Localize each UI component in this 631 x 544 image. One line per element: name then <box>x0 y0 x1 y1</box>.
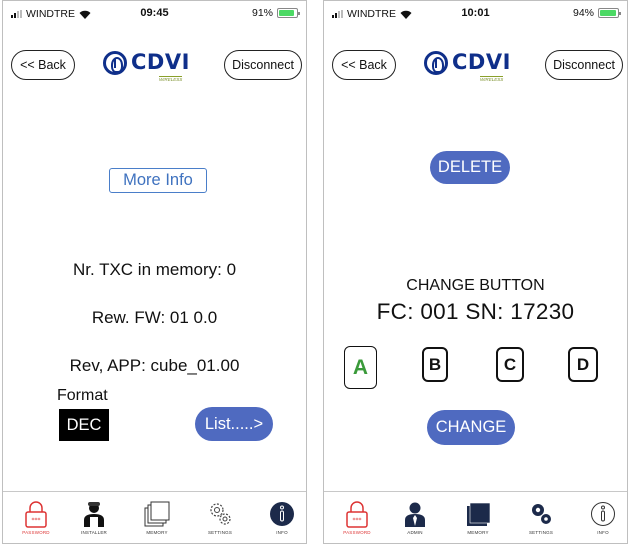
tab-info[interactable]: INFO <box>578 500 627 535</box>
logo-text: CDVI <box>452 50 511 74</box>
memory-icon <box>467 502 491 526</box>
tab-memory[interactable]: MEMORY <box>453 500 503 535</box>
tab-label: ADMIN <box>407 530 423 535</box>
nav-bar: << Back CDVI WIRELESS Disconnect <box>324 46 627 84</box>
memory-icon <box>144 501 170 527</box>
disconnect-button[interactable]: Disconnect <box>224 50 302 80</box>
tab-settings[interactable]: SETTINGS <box>516 500 566 535</box>
battery-percent: 91% <box>251 7 273 19</box>
gear-icon <box>532 504 551 524</box>
disconnect-button[interactable]: Disconnect <box>545 50 623 80</box>
app-revision: Rev, APP: cube_01.00 <box>69 356 240 375</box>
logo-text: CDVI <box>131 50 190 74</box>
padlock-icon: *** <box>346 501 368 528</box>
padlock-icon: *** <box>25 501 47 528</box>
back-button[interactable]: << Back <box>332 50 396 80</box>
back-button[interactable]: << Back <box>11 50 75 80</box>
delete-button[interactable]: DELETE <box>430 151 510 184</box>
tab-memory[interactable]: MEMORY <box>132 500 182 535</box>
tab-label: MEMORY <box>467 530 489 535</box>
tab-label: INFO <box>276 530 288 535</box>
battery-icon <box>598 8 621 18</box>
more-info-button[interactable]: More Info <box>109 168 207 193</box>
tab-info[interactable]: INFO <box>257 500 306 535</box>
change-button[interactable]: CHANGE <box>427 410 515 445</box>
battery-percent: 94% <box>572 7 594 19</box>
fc-sn-readout: FC: 001 SN: 17230 <box>376 299 575 324</box>
tab-bar: *** PASSWORD ADMIN MEMORY SETTINGS INFO <box>324 491 627 543</box>
screen-info: WINDTRE 09:45 91% << Back CDVI WIRELESS … <box>2 0 307 544</box>
tab-label: SETTINGS <box>528 530 554 535</box>
tab-password[interactable]: *** PASSWORD <box>11 500 61 535</box>
battery: 91% <box>251 7 300 19</box>
nav-bar: << Back CDVI WIRELESS Disconnect <box>3 46 306 84</box>
status-bar: WINDTRE 09:45 91% <box>3 1 306 27</box>
gear-icon <box>210 503 231 525</box>
tab-label: INFO <box>597 530 609 535</box>
cdvi-logo-icon <box>424 51 448 75</box>
tab-installer[interactable]: INSTALLER <box>69 500 119 535</box>
cdvi-logo: CDVI WIRELESS <box>424 50 524 84</box>
svg-text:***: *** <box>32 517 41 524</box>
list-button[interactable]: List.....> <box>195 407 273 441</box>
tab-admin[interactable]: ADMIN <box>390 500 440 535</box>
firmware-revision: Rew. FW: 01 0.0 <box>91 308 218 327</box>
change-button-title: CHANGE BUTTON <box>406 277 545 294</box>
format-selector[interactable]: DEC <box>59 409 109 441</box>
info-icon <box>270 502 294 526</box>
logo-subtext: WIRELESS <box>159 76 183 82</box>
key-a-button[interactable]: A <box>344 346 377 389</box>
cdvi-logo-icon <box>103 51 127 75</box>
key-c-button[interactable]: C <box>496 347 524 382</box>
battery-icon <box>277 8 300 18</box>
tab-label: INSTALLER <box>81 530 107 535</box>
svg-text:***: *** <box>353 517 362 524</box>
admin-icon <box>405 502 425 527</box>
battery: 94% <box>572 7 621 19</box>
installer-icon <box>84 502 104 527</box>
tab-label: SETTINGS <box>207 530 233 535</box>
info-icon <box>591 502 615 526</box>
txc-memory-count: Nr. TXC in memory: 0 <box>72 260 237 279</box>
format-label: Format <box>57 387 108 404</box>
tab-bar: *** PASSWORD INSTALLER MEMORY SETTINGS I… <box>3 491 306 543</box>
status-bar: WINDTRE 10:01 94% <box>324 1 627 27</box>
tab-password[interactable]: *** PASSWORD <box>332 500 382 535</box>
screen-change-button: WINDTRE 10:01 94% << Back CDVI WIRELESS … <box>323 0 628 544</box>
key-b-button[interactable]: B <box>422 347 448 382</box>
tab-settings[interactable]: SETTINGS <box>195 500 245 535</box>
cdvi-logo: CDVI WIRELESS <box>103 50 203 84</box>
logo-subtext: WIRELESS <box>480 76 504 82</box>
tab-label: PASSWORD <box>343 530 371 535</box>
tab-label: PASSWORD <box>22 530 50 535</box>
key-d-button[interactable]: D <box>568 347 598 382</box>
tab-label: MEMORY <box>146 530 168 535</box>
